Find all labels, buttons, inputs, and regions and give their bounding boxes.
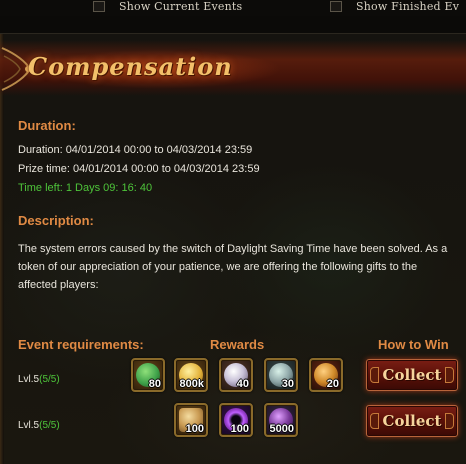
collect-label: Collect — [382, 366, 442, 384]
reward-slot[interactable]: 20 — [309, 358, 343, 392]
duration-heading: Duration: — [18, 118, 76, 133]
prize-time-text: Prize time: 04/01/2014 00:00 to 04/03/20… — [18, 163, 260, 175]
duration-text: Duration: 04/01/2014 00:00 to 04/03/2014… — [18, 144, 253, 156]
description-heading: Description: — [18, 213, 94, 228]
time-left-text: Time left: 1 Days 09: 16: 40 — [18, 182, 153, 194]
button-cap-right — [445, 413, 454, 429]
reward-slot[interactable]: 30 — [264, 358, 298, 392]
description-text: The system errors caused by the switch o… — [18, 243, 448, 291]
reward-slot[interactable]: 100 — [219, 403, 253, 437]
event-title: Compensation — [28, 52, 233, 81]
collect-label: Collect — [382, 412, 442, 430]
event-requirements-heading: Event requirements: — [18, 337, 144, 352]
how-to-win-heading: How to Win — [378, 337, 449, 352]
reward-slot[interactable]: 40 — [219, 358, 253, 392]
reward-slot[interactable]: 80 — [131, 358, 165, 392]
reward-slot[interactable]: 5000 — [264, 403, 298, 437]
tier-1-level: Lvl.5 — [18, 374, 40, 385]
reward-slot[interactable]: 800k — [174, 358, 208, 392]
button-cap-right — [445, 367, 454, 383]
reward-slot[interactable]: 100 — [174, 403, 208, 437]
reward-quantity: 100 — [185, 423, 204, 435]
reward-quantity: 100 — [230, 423, 249, 435]
reward-quantity: 30 — [281, 378, 294, 390]
current-events-label: Show Current Events — [119, 0, 243, 13]
tier-2-requirement: Lvl.5(5/5) — [18, 420, 60, 431]
tier-2-level: Lvl.5 — [18, 420, 40, 431]
event-filter-bar: Show Current Events Show Finished Ev — [0, 0, 466, 16]
collect-button[interactable]: Collect — [366, 359, 458, 391]
reward-quantity: 5000 — [269, 423, 294, 435]
tier-1-requirement: Lvl.5(5/5) — [18, 374, 60, 385]
show-finished-events-filter[interactable]: Show Finished Ev — [330, 0, 460, 13]
button-cap-left — [370, 413, 379, 429]
current-events-checkbox[interactable] — [93, 0, 105, 12]
tier-2-progress: (5/5) — [39, 420, 60, 431]
finished-events-checkbox[interactable] — [330, 0, 342, 12]
tier-1-progress: (5/5) — [39, 374, 60, 385]
reward-quantity: 40 — [236, 378, 249, 390]
rewards-heading: Rewards — [210, 337, 265, 352]
reward-quantity: 80 — [148, 378, 161, 390]
show-current-events-filter[interactable]: Show Current Events — [93, 0, 243, 13]
finished-events-label: Show Finished Ev — [356, 0, 460, 13]
button-cap-left — [370, 367, 379, 383]
collect-button[interactable]: Collect — [366, 405, 458, 437]
reward-quantity: 800k — [179, 378, 204, 390]
reward-quantity: 20 — [326, 378, 339, 390]
